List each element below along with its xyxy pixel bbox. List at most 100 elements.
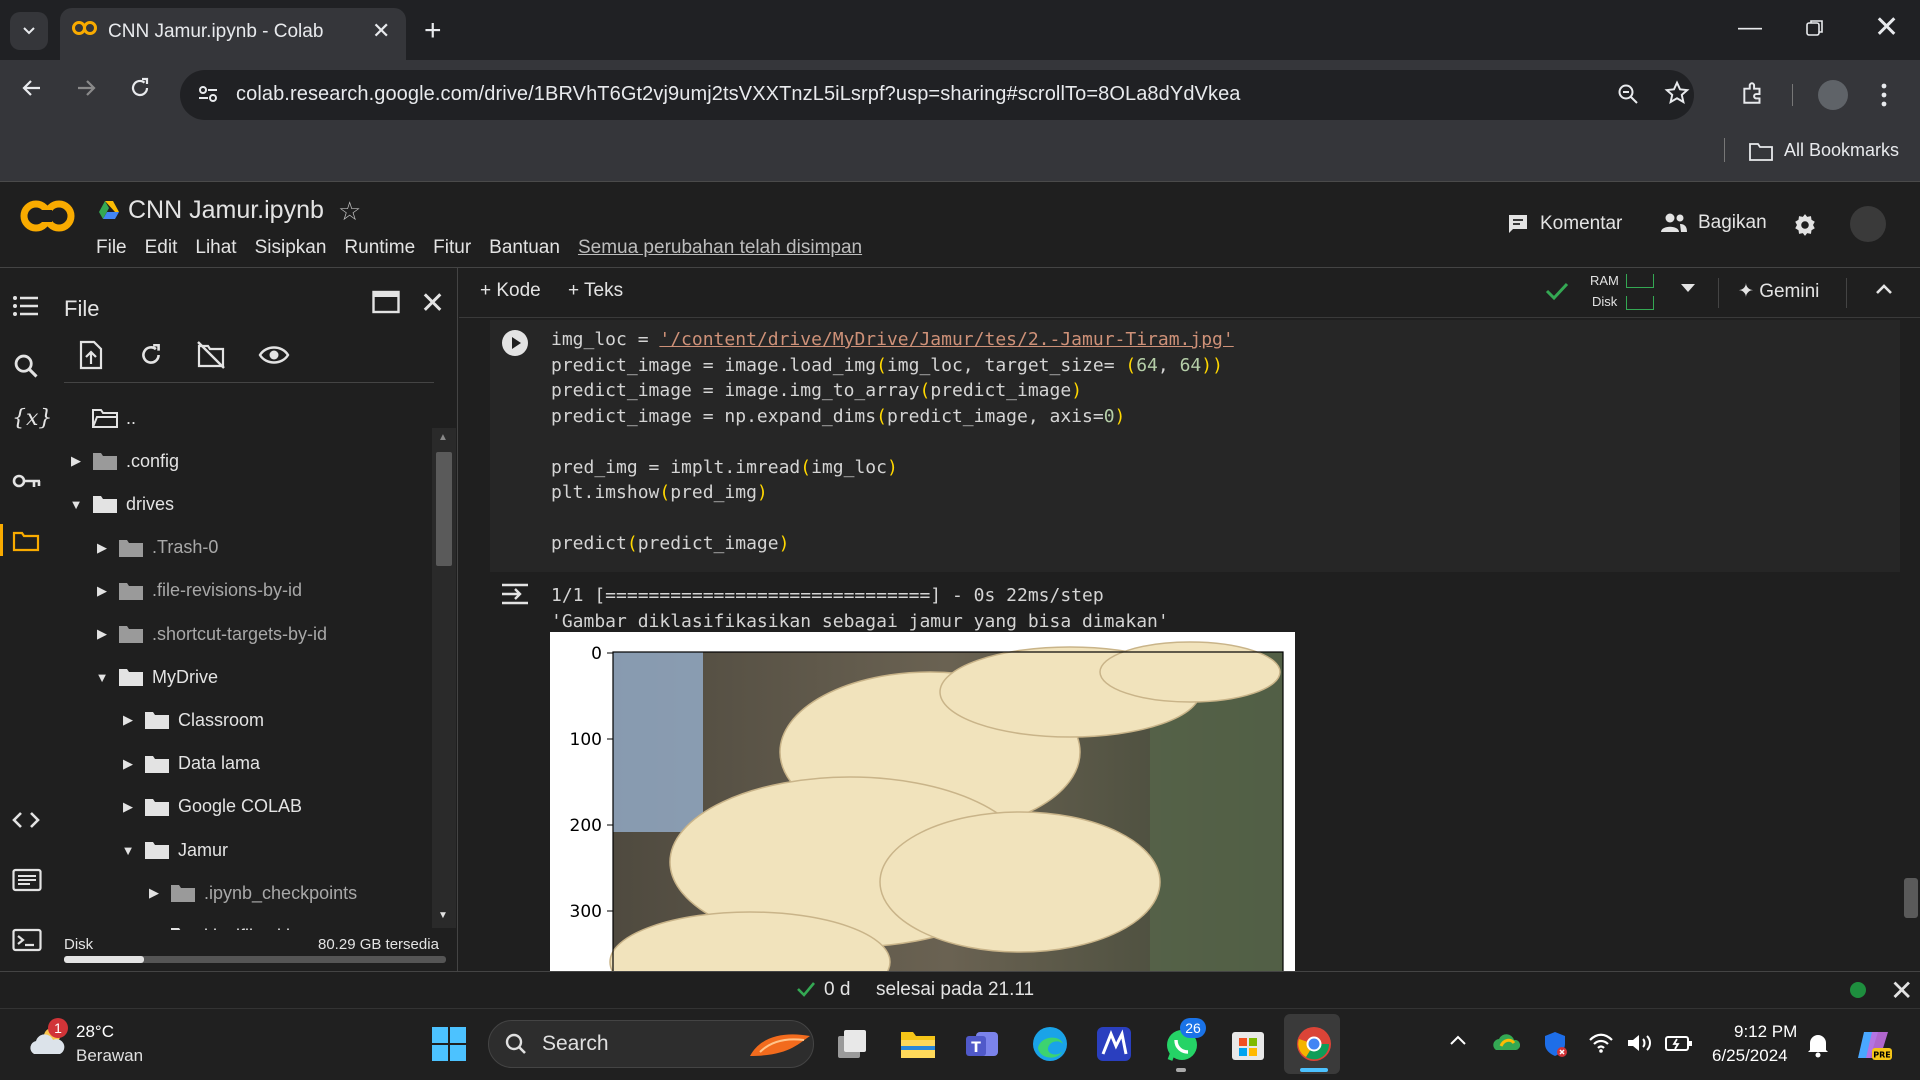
teams-icon[interactable]: T (962, 1024, 1002, 1064)
menu-insert[interactable]: Sisipkan (255, 237, 327, 259)
ram-label[interactable]: RAM (1590, 273, 1619, 288)
scroll-down-icon[interactable]: ▼ (438, 910, 448, 921)
file-tree-item[interactable]: ▼ Jamur (118, 832, 228, 868)
menu-help[interactable]: Bantuan (489, 237, 560, 259)
open-in-new-window-icon[interactable] (372, 290, 400, 314)
run-cell-button[interactable] (502, 330, 528, 356)
show-hidden-icons-icon[interactable] (1448, 1032, 1468, 1048)
comment-button[interactable]: Komentar (1506, 212, 1622, 236)
all-bookmarks-button[interactable]: All Bookmarks (1784, 140, 1899, 161)
edge-icon[interactable] (1030, 1024, 1070, 1064)
clock-date[interactable]: 6/25/2024 (1712, 1046, 1788, 1066)
star-icon[interactable]: ☆ (338, 196, 361, 227)
disk-meter[interactable] (1626, 296, 1654, 310)
collapse-header-icon[interactable] (1874, 282, 1894, 296)
folder-icon[interactable] (12, 530, 40, 552)
chrome-icon[interactable] (1294, 1024, 1334, 1064)
scrollbar-thumb[interactable] (436, 452, 452, 566)
runtime-status-dot[interactable] (1850, 982, 1866, 998)
caret-right-icon[interactable]: ▶ (92, 540, 112, 556)
code-editor[interactable]: img_loc = '/content/drive/MyDrive/Jamur/… (551, 327, 1234, 557)
file-tree-item[interactable]: ▶ .Trash-0 (92, 530, 218, 566)
microsoft-store-icon[interactable] (1228, 1024, 1268, 1064)
file-tree-item[interactable]: ▼ drives (66, 486, 174, 522)
file-tree-item[interactable]: ▶ Data lama (118, 746, 260, 782)
status-close-icon[interactable]: ✕ (1890, 974, 1913, 1007)
upload-icon[interactable] (78, 340, 104, 370)
caret-down-icon[interactable]: ▼ (92, 670, 112, 685)
output-toggle-icon[interactable] (500, 582, 530, 606)
colab-logo[interactable] (18, 196, 78, 236)
search-icon[interactable] (12, 352, 40, 380)
account-avatar[interactable] (1850, 206, 1886, 242)
key-icon[interactable] (12, 472, 42, 490)
cloud-sync-icon[interactable] (1492, 1030, 1520, 1054)
task-view-icon[interactable] (832, 1024, 872, 1064)
menu-edit[interactable]: Edit (145, 237, 178, 259)
add-code-button[interactable]: + Kode (480, 280, 541, 302)
saved-status-link[interactable]: Semua perubahan telah disimpan (578, 237, 862, 259)
volume-icon[interactable] (1626, 1032, 1654, 1054)
wifi-icon[interactable] (1588, 1032, 1614, 1054)
image-path-string[interactable]: '/content/drive/MyDrive/Jamur/tes/2.-Jam… (659, 329, 1233, 350)
terminal-icon[interactable] (12, 928, 42, 952)
extensions-icon[interactable] (1740, 80, 1766, 106)
copilot-icon[interactable]: PRE (1856, 1028, 1892, 1062)
battery-icon[interactable] (1664, 1032, 1694, 1054)
back-button[interactable] (20, 76, 44, 100)
forward-button[interactable] (74, 76, 98, 100)
settings-gear-icon[interactable] (1792, 212, 1818, 238)
file-tree-item[interactable]: ▶ .shortcut-targets-by-id (92, 616, 327, 652)
close-panel-icon[interactable]: ✕ (420, 286, 445, 321)
app-icon[interactable] (1094, 1024, 1134, 1064)
caret-right-icon[interactable]: ▶ (92, 626, 112, 642)
gemini-button[interactable]: ✦ Gemini (1738, 280, 1819, 303)
refresh-icon[interactable] (138, 342, 164, 368)
caret-right-icon[interactable]: ▶ (92, 583, 112, 599)
clock-time[interactable]: 9:12 PM (1734, 1022, 1797, 1042)
reload-button[interactable] (128, 76, 152, 100)
new-tab-button[interactable]: + (424, 14, 442, 48)
menu-tools[interactable]: Fitur (433, 237, 471, 259)
notebook-title[interactable]: CNN Jamur.ipynb (128, 196, 324, 225)
code-snippets-icon[interactable] (12, 810, 40, 830)
file-tree-item[interactable]: ▶ Classroom (118, 702, 264, 738)
caret-down-icon[interactable]: ▼ (66, 497, 86, 512)
file-explorer-icon[interactable] (898, 1024, 938, 1064)
file-tree-item[interactable]: .. (66, 400, 136, 436)
file-tree-item[interactable]: ▶ .file-revisions-by-id (92, 573, 302, 609)
caret-down-icon[interactable]: ▼ (118, 843, 138, 858)
ram-meter[interactable] (1626, 274, 1654, 288)
file-tree-item[interactable]: ▶ Google COLAB (118, 789, 302, 825)
variables-icon[interactable]: {x} (12, 406, 52, 431)
zoom-icon[interactable] (1616, 82, 1640, 106)
weather-temperature[interactable]: 28°C (76, 1022, 114, 1042)
table-of-contents-icon[interactable] (12, 294, 40, 318)
minimize-button[interactable]: — (1738, 14, 1762, 42)
security-shield-icon[interactable] (1542, 1030, 1568, 1058)
window-close-button[interactable]: ✕ (1874, 10, 1899, 45)
disk-resource-label[interactable]: Disk (1592, 294, 1617, 309)
file-tree-item[interactable]: ▶ .config (66, 443, 179, 479)
site-info-icon[interactable] (196, 82, 220, 106)
unmount-drive-icon[interactable] (196, 340, 226, 370)
tab-search-button[interactable] (10, 12, 48, 50)
url-text[interactable]: colab.research.google.com/drive/1BRVhT6G… (236, 83, 1241, 106)
command-palette-icon[interactable] (12, 868, 42, 892)
google-drive-icon[interactable] (98, 200, 120, 220)
scroll-up-icon[interactable]: ▲ (438, 432, 448, 443)
share-button[interactable]: Bagikan (1660, 212, 1767, 234)
notification-bell-icon[interactable] (1806, 1032, 1830, 1058)
caret-right-icon[interactable]: ▶ (144, 885, 164, 901)
caret-right-icon[interactable]: ▶ (118, 712, 138, 728)
windows-start-icon[interactable] (432, 1027, 466, 1061)
menu-view[interactable]: Lihat (195, 237, 236, 259)
chrome-menu-icon[interactable] (1880, 82, 1888, 108)
notebook-scrollbar-thumb[interactable] (1904, 878, 1918, 918)
bookmark-star-icon[interactable] (1664, 80, 1690, 106)
resources-dropdown-icon[interactable] (1680, 282, 1696, 294)
weather-description[interactable]: Berawan (76, 1046, 143, 1066)
tab-close-icon[interactable]: ✕ (372, 18, 390, 44)
menu-runtime[interactable]: Runtime (344, 237, 415, 259)
add-text-button[interactable]: + Teks (568, 280, 623, 302)
